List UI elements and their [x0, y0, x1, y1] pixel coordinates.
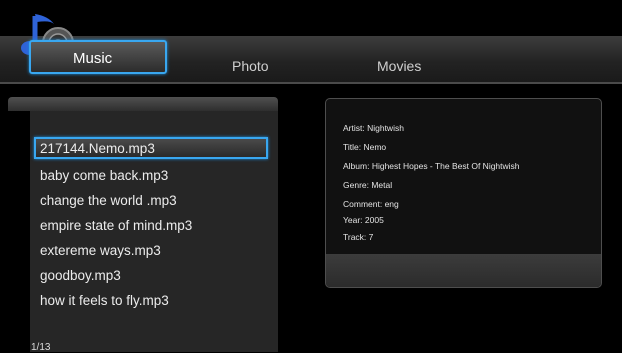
info-year: Year: 2005 [343, 215, 384, 225]
tab-photo[interactable]: Photo [232, 58, 269, 74]
list-item[interactable]: change the world .mp3 [40, 193, 177, 208]
info-artist: Artist: Nightwish [343, 123, 404, 133]
tab-movies[interactable]: Movies [377, 58, 421, 74]
list-item[interactable]: how it feels to fly.mp3 [40, 293, 169, 308]
list-item[interactable]: 217144.Nemo.mp3 [40, 141, 155, 156]
info-track: Track: 7 [343, 232, 374, 242]
media-info-panel: Artist: Nightwish Title: Nemo Album: Hig… [325, 98, 602, 288]
tab-music-label: Music [73, 50, 113, 67]
info-album: Album: Highest Hopes - The Best Of Night… [343, 161, 520, 171]
list-item[interactable]: baby come back.mp3 [40, 168, 168, 183]
info-title: Title: Nemo [343, 142, 387, 152]
info-genre: Genre: Metal [343, 180, 393, 190]
list-item[interactable]: extereme ways.mp3 [40, 243, 161, 258]
info-comment: Comment: eng [343, 199, 399, 209]
tab-music[interactable]: Music [29, 40, 167, 74]
info-panel-footer [326, 254, 601, 287]
page-indicator: 1/13 [31, 342, 51, 353]
list-item[interactable]: empire state of mind.mp3 [40, 218, 192, 233]
list-item[interactable]: goodboy.mp3 [40, 268, 121, 283]
file-list-header [8, 97, 278, 111]
